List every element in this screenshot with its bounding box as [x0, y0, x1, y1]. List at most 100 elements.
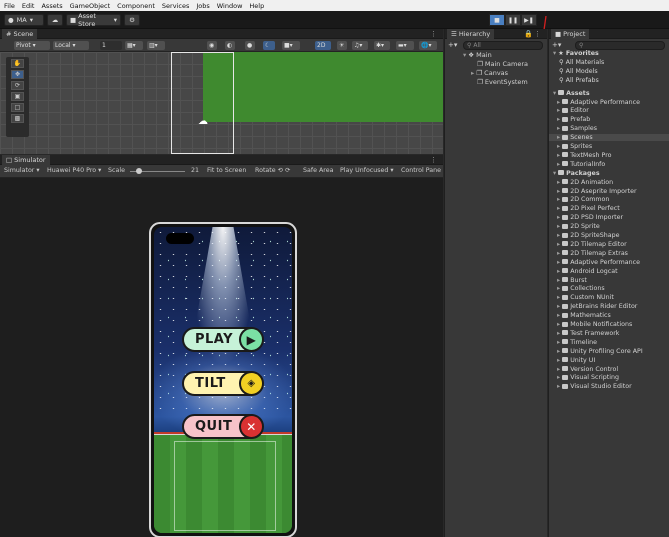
package-item[interactable]: ▸ JetBrains Rider Editor: [553, 303, 637, 310]
simulator-mode-dropdown[interactable]: Simulator ▾: [4, 167, 40, 174]
menu-component[interactable]: Component: [117, 2, 155, 10]
package-item[interactable]: ▸ Android Logcat: [553, 268, 618, 275]
scale-slider[interactable]: [130, 168, 185, 174]
tab-simulator[interactable]: □ Simulator: [2, 155, 50, 165]
quit-button[interactable]: QUIT ✕: [182, 414, 264, 439]
package-item[interactable]: ▸ Burst: [553, 277, 587, 284]
scene-viewport[interactable]: ☁ ✋ ✥ ⟳ ▣ □ ▩: [0, 52, 443, 154]
lighting-toggle[interactable]: ☀: [337, 41, 347, 50]
package-item[interactable]: ▸ 2D Tilemap Editor: [553, 241, 627, 248]
tab-hierarchy[interactable]: ☰ Hierarchy: [447, 29, 495, 39]
package-item[interactable]: ▸ 2D Sprite: [553, 223, 600, 230]
hierarchy-item-canvas[interactable]: ▸ ❐ Canvas: [471, 69, 508, 77]
package-item[interactable]: ▸ Unity Profiling Core API: [553, 348, 643, 355]
package-item[interactable]: ▸ Collections: [553, 285, 605, 292]
menu-file[interactable]: File: [4, 2, 15, 10]
grid-visibility-button[interactable]: ▦ ▾: [125, 41, 143, 50]
safe-area-toggle[interactable]: Safe Area: [303, 167, 333, 174]
more-icon[interactable]: ⋮: [430, 156, 437, 164]
gizmos-dropdown[interactable]: 🌐 ▾: [419, 41, 437, 50]
cloud-button[interactable]: ☁: [47, 14, 63, 26]
fit-to-screen-button[interactable]: Fit to Screen: [207, 167, 246, 174]
hierarchy-item-main-camera[interactable]: ❐ Main Camera: [477, 60, 528, 68]
move-tool[interactable]: ✥: [11, 70, 24, 79]
package-item[interactable]: ▸ Mobile Notifications: [553, 321, 632, 328]
package-item[interactable]: ▸ 2D SpriteShape: [553, 232, 619, 239]
package-item[interactable]: ▸ Adaptive Performance: [553, 259, 640, 266]
asset-folder-item[interactable]: ▸ Adaptive Performance: [553, 99, 640, 106]
scale-value[interactable]: 21: [191, 167, 199, 174]
rotate-tool[interactable]: ⟳: [11, 81, 24, 90]
asset-folder-item[interactable]: ▸ Prefab: [553, 116, 590, 123]
favorite-item[interactable]: ⚲ All Models: [553, 68, 598, 75]
menu-help[interactable]: Help: [249, 2, 264, 10]
scale-tool[interactable]: ▣: [11, 92, 24, 101]
menu-gameobject[interactable]: GameObject: [70, 2, 111, 10]
account-dropdown[interactable]: ● MA ▾: [4, 14, 44, 26]
camera-settings-button[interactable]: ▬ ▾: [396, 41, 414, 50]
rect-tool[interactable]: □: [11, 103, 24, 112]
package-item[interactable]: ▸ Visual Studio Editor: [553, 383, 632, 390]
shading-mode-button[interactable]: ☾: [263, 41, 275, 50]
more-icon[interactable]: ⋮: [534, 30, 541, 38]
audio-toggle[interactable]: ♫ ▾: [352, 41, 368, 50]
asset-folder-item[interactable]: ▸ Samples: [553, 125, 597, 132]
assets-folder[interactable]: ▾ Assets: [553, 90, 590, 97]
asset-folder-item[interactable]: ▸ Sprites: [553, 143, 592, 150]
menu-services[interactable]: Services: [162, 2, 189, 10]
asset-folder-item[interactable]: ▸ TutorialInfo: [553, 161, 605, 168]
menu-edit[interactable]: Edit: [22, 2, 35, 10]
scale-slider-thumb[interactable]: [136, 168, 142, 174]
play-mode-dropdown[interactable]: Play Unfocused ▾: [340, 167, 394, 174]
package-item[interactable]: ▸ Timeline: [553, 339, 597, 346]
local-dropdown[interactable]: Local ▾: [53, 41, 89, 50]
favorite-item[interactable]: ⚲ All Materials: [553, 59, 604, 66]
game-screen[interactable]: PLAY ▶ TILT ◈ QUIT ✕: [154, 227, 292, 533]
add-icon[interactable]: +▾: [448, 41, 457, 49]
transform-tool[interactable]: ▩: [11, 114, 24, 123]
project-search-input[interactable]: ⚲: [575, 41, 665, 50]
package-item[interactable]: ▸ Version Control: [553, 366, 618, 373]
play-button[interactable]: PLAY ▶: [182, 327, 264, 352]
asset-folder-item[interactable]: ▸ TextMesh Pro: [553, 152, 611, 159]
rotate-control[interactable]: Rotate ⟲ ⟳: [255, 167, 290, 174]
package-item[interactable]: ▸ Mathematics: [553, 312, 611, 319]
favorite-item[interactable]: ⚲ All Prefabs: [553, 77, 599, 84]
package-item[interactable]: ▸ Custom NUnit: [553, 294, 614, 301]
packages-folder[interactable]: ▾ Packages: [553, 170, 600, 177]
lock-icon[interactable]: 🔒: [524, 30, 533, 38]
tilt-button[interactable]: TILT ◈: [182, 371, 264, 396]
package-item[interactable]: ▸ 2D Common: [553, 196, 609, 203]
device-dropdown[interactable]: Huawei P40 Pro ▾: [47, 167, 101, 174]
menu-assets[interactable]: Assets: [41, 2, 62, 10]
menu-jobs[interactable]: Jobs: [196, 2, 209, 10]
shading-wire-button[interactable]: ◉: [207, 41, 217, 50]
tab-project[interactable]: ■ Project: [551, 29, 590, 39]
hierarchy-item-eventsystem[interactable]: ❐ EventSystem: [477, 78, 528, 86]
effects-toggle[interactable]: ✱ ▾: [374, 41, 390, 50]
package-item[interactable]: ▸ Test Framework: [553, 330, 619, 337]
package-item[interactable]: ▸ 2D Animation: [553, 179, 613, 186]
tab-scene[interactable]: # Scene: [2, 29, 38, 39]
add-icon[interactable]: +▾: [552, 41, 561, 49]
asset-folder-item[interactable]: ▸ Scenes: [549, 134, 669, 142]
asset-store-button[interactable]: ■ Asset Store ▾: [66, 12, 121, 28]
menu-window[interactable]: Window: [217, 2, 243, 10]
package-item[interactable]: ▸ Visual Scripting: [553, 374, 619, 381]
more-icon[interactable]: ⋮: [430, 30, 437, 38]
package-item[interactable]: ▸ 2D Tilemap Extras: [553, 250, 628, 257]
settings-button[interactable]: ⚙: [124, 14, 140, 26]
shading-lit-button[interactable]: ●: [245, 41, 255, 50]
snap-settings-button[interactable]: ▥ ▾: [147, 41, 165, 50]
grid-snap-field[interactable]: 1: [100, 41, 122, 50]
draw-mode-dropdown[interactable]: ■ ▾: [282, 41, 300, 50]
asset-folder-item[interactable]: ▸ Editor: [553, 107, 589, 114]
search-input[interactable]: ⚲ All: [463, 41, 543, 50]
toggle-2d-button[interactable]: 2D: [315, 41, 331, 50]
shading-shaded-button[interactable]: ◐: [225, 41, 235, 50]
pivot-dropdown[interactable]: Pivot ▾: [14, 41, 50, 50]
package-item[interactable]: ▸ 2D Pixel Perfect: [553, 205, 620, 212]
package-item[interactable]: ▸ 2D PSD Importer: [553, 214, 623, 221]
package-item[interactable]: ▸ 2D Aseprite Importer: [553, 188, 637, 195]
control-panel-button[interactable]: Control Pane: [401, 167, 441, 174]
